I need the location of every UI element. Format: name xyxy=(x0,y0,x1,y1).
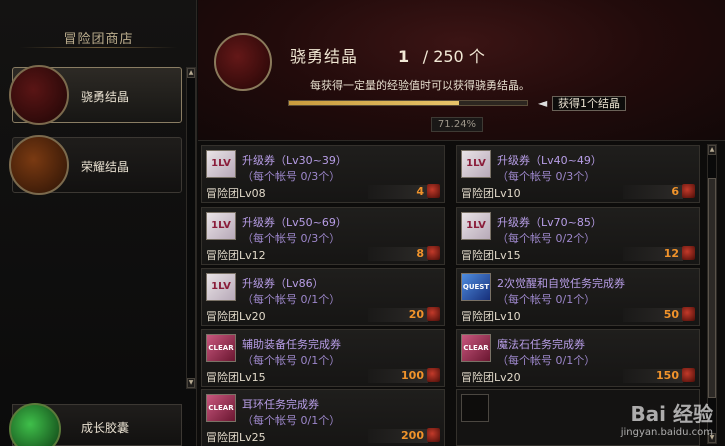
watermark: Bai 经验 jingyan.baidu.com xyxy=(621,398,713,438)
fist-crystal-icon xyxy=(9,65,69,125)
sidebar-item-label: 成长胶囊 xyxy=(81,421,130,435)
item-requirement: 冒险团Lv10 xyxy=(461,187,521,200)
sidebar-item-glory-crystal[interactable]: 荣耀结晶 xyxy=(9,135,182,195)
crystal-coin-icon xyxy=(427,428,440,442)
currency-count: 1 / 250 个 xyxy=(398,43,485,67)
item-limit: （每个帐号 0/1个） xyxy=(497,293,596,306)
shop-item-card[interactable]: 1LV 升级券（Lv40~49） （每个帐号 0/3个） 冒险团Lv10 6 xyxy=(456,145,700,203)
currency-header: 骁勇结晶 1 / 250 个 每获得一定量的经验值时可以获得骁勇结晶。 ◄ 获得… xyxy=(198,0,725,141)
clear-ticket-icon: CLEAR xyxy=(461,334,491,362)
crystal-coin-icon xyxy=(682,246,695,260)
progress-percent: 71.24% xyxy=(431,117,483,132)
item-limit: （每个帐号 0/2个） xyxy=(497,232,596,245)
shop-item-card[interactable]: CLEAR 辅助装备任务完成券 （每个帐号 0/1个） 冒险团Lv15 100 xyxy=(201,329,445,387)
item-price: 200 xyxy=(401,429,424,442)
item-requirement: 冒险团Lv20 xyxy=(461,371,521,384)
item-price: 12 xyxy=(663,247,679,260)
shop-item-card[interactable]: CLEAR 魔法石任务完成券 （每个帐号 0/1个） 冒险团Lv20 150 xyxy=(456,329,700,387)
crystal-coin-icon xyxy=(427,368,440,382)
item-name: 2次觉醒和自觉任务完成券 xyxy=(497,277,625,290)
shop-item-card[interactable]: 1LV 升级券（Lv50~69） （每个帐号 0/3个） 冒险团Lv12 8 xyxy=(201,207,445,265)
watermark-brand: Bai 经验 xyxy=(630,402,713,426)
item-price: 4 xyxy=(416,185,424,198)
experience-progress-bar xyxy=(288,100,528,106)
item-price: 100 xyxy=(401,369,424,382)
shop-item-card[interactable]: QUEST 2次觉醒和自觉任务完成券 （每个帐号 0/1个） 冒险团Lv10 50 xyxy=(456,268,700,326)
item-requirement: 冒险团Lv25 xyxy=(206,431,266,444)
crystal-coin-icon xyxy=(427,246,440,260)
level-up-ticket-icon: 1LV xyxy=(206,212,236,240)
scroll-up-button[interactable]: ▲ xyxy=(708,145,716,155)
item-price: 50 xyxy=(663,308,679,321)
fist-crystal-icon xyxy=(214,33,272,91)
sidebar-scrollbar[interactable]: ▲ ▼ xyxy=(186,67,196,389)
level-up-ticket-icon: 1LV xyxy=(206,273,236,301)
item-requirement: 冒险团Lv15 xyxy=(206,371,266,384)
growth-capsule-icon xyxy=(9,403,61,446)
currency-count-current: 1 xyxy=(398,47,410,66)
item-name: 升级券（Lv30~39） xyxy=(242,154,347,167)
shop-item-card[interactable]: 1LV 升级券（Lv86） （每个帐号 0/1个） 冒险团Lv20 20 xyxy=(201,268,445,326)
item-name: 升级券（Lv86） xyxy=(242,277,324,290)
item-price: 6 xyxy=(671,185,679,198)
sidebar-item-growth-capsule[interactable]: 成长胶囊 xyxy=(9,403,182,446)
shop-item-card[interactable]: 1LV 升级券（Lv70~85） （每个帐号 0/2个） 冒险团Lv15 12 xyxy=(456,207,700,265)
item-name: 升级券（Lv70~85） xyxy=(497,216,602,229)
level-up-ticket-icon: 1LV xyxy=(461,150,491,178)
progress-tip: 获得1个结晶 xyxy=(552,96,626,111)
clear-ticket-icon: CLEAR xyxy=(206,394,236,422)
item-limit: （每个帐号 0/3个） xyxy=(242,170,341,183)
sidebar-title-divider xyxy=(20,47,177,48)
crystal-coin-icon xyxy=(682,368,695,382)
item-limit: （每个帐号 0/1个） xyxy=(242,293,341,306)
scroll-down-button[interactable]: ▼ xyxy=(187,378,195,388)
item-price: 150 xyxy=(656,369,679,382)
item-price: 8 xyxy=(416,247,424,260)
scroll-thumb[interactable] xyxy=(708,178,716,398)
item-name: 魔法石任务完成券 xyxy=(497,338,585,351)
item-name: 升级券（Lv50~69） xyxy=(242,216,347,229)
shop-sidebar: 冒险团商店 骁勇结晶 荣耀结晶 ▲ ▼ 成长胶囊 xyxy=(0,0,197,446)
sidebar-item-bravery-crystal[interactable]: 骁勇结晶 xyxy=(9,65,182,125)
scroll-up-button[interactable]: ▲ xyxy=(187,68,195,78)
currency-name: 骁勇结晶 xyxy=(290,47,359,66)
item-limit: （每个帐号 0/3个） xyxy=(497,170,596,183)
crystal-coin-icon xyxy=(682,307,695,321)
currency-count-max: / 250 个 xyxy=(422,47,485,66)
item-name: 辅助装备任务完成券 xyxy=(242,338,341,351)
level-up-ticket-icon: 1LV xyxy=(461,212,491,240)
awakening-ticket-icon: QUEST xyxy=(461,273,491,301)
watermark-url: jingyan.baidu.com xyxy=(620,427,713,438)
progress-fill xyxy=(289,101,459,105)
arrow-left-icon: ◄ xyxy=(538,96,548,110)
item-price: 20 xyxy=(408,308,424,321)
item-requirement: 冒险团Lv10 xyxy=(461,310,521,323)
sidebar-title: 冒险团商店 xyxy=(63,32,134,47)
crystal-coin-icon xyxy=(682,184,695,198)
level-up-ticket-icon: 1LV xyxy=(206,150,236,178)
item-limit: （每个帐号 0/1个） xyxy=(497,354,596,367)
crystal-coin-icon xyxy=(427,184,440,198)
item-requirement: 冒险团Lv12 xyxy=(206,249,266,262)
currency-description: 每获得一定量的经验值时可以获得骁勇结晶。 xyxy=(310,79,530,92)
item-name: 耳环任务完成券 xyxy=(242,398,319,411)
empty-slot-icon xyxy=(461,394,489,422)
shop-item-card[interactable]: 1LV 升级券（Lv30~39） （每个帐号 0/3个） 冒险团Lv08 4 xyxy=(201,145,445,203)
item-limit: （每个帐号 0/3个） xyxy=(242,232,341,245)
item-limit: （每个帐号 0/1个） xyxy=(242,354,341,367)
sidebar-item-label: 骁勇结晶 xyxy=(81,90,130,104)
item-requirement: 冒险团Lv15 xyxy=(461,249,521,262)
item-requirement: 冒险团Lv08 xyxy=(206,187,266,200)
clear-ticket-icon: CLEAR xyxy=(206,334,236,362)
item-limit: （每个帐号 0/1个） xyxy=(242,414,341,427)
item-name: 升级券（Lv40~49） xyxy=(497,154,602,167)
crystal-coin-icon xyxy=(427,307,440,321)
sidebar-item-label: 荣耀结晶 xyxy=(81,160,130,174)
trophy-icon xyxy=(9,135,69,195)
shop-item-card[interactable]: CLEAR 耳环任务完成券 （每个帐号 0/1个） 冒险团Lv25 200 xyxy=(201,389,445,446)
item-requirement: 冒险团Lv20 xyxy=(206,310,266,323)
